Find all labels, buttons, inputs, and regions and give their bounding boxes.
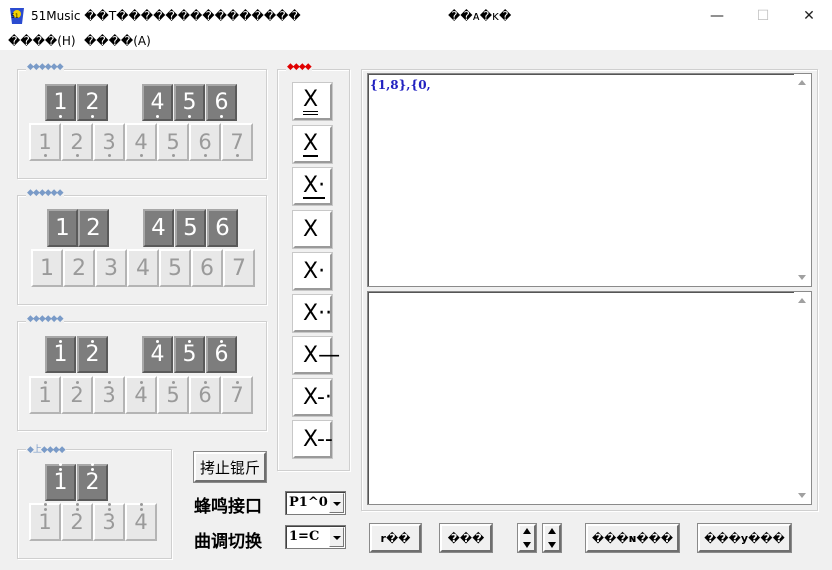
low-note-key[interactable]: 4 <box>125 123 157 161</box>
group-label-top: ◆上◆◆◆◆ <box>26 442 66 455</box>
window-title-extra: ��ᴀ�ᴋ� <box>448 9 512 23</box>
high-note-key[interactable]: 2 <box>61 376 93 414</box>
scroll-up-icon[interactable] <box>798 298 806 303</box>
bottom-button-2[interactable]: ��� <box>439 523 493 553</box>
group-label-duration: ◆◆◆◆ <box>286 62 312 72</box>
svg-text:51: 51 <box>11 13 19 20</box>
key-value: 1=C <box>289 529 320 544</box>
high-note-key[interactable]: 7 <box>221 376 253 414</box>
duration-button-dotted-eighth[interactable]: X· <box>292 167 333 206</box>
spin-button-1[interactable] <box>517 523 537 553</box>
low-sharp-key[interactable]: 4 <box>142 84 173 121</box>
buzzer-port-label: 蜂鸣接口 <box>194 497 262 517</box>
low-note-key[interactable]: 3 <box>93 123 125 161</box>
mid-note-key[interactable]: 3 <box>95 249 127 287</box>
low-note-key[interactable]: 5 <box>157 123 189 161</box>
top-note-key[interactable]: 4 <box>125 503 157 541</box>
menu-bar: ����(H) ����(A) <box>0 32 832 50</box>
buzzer-port-value: P1^0 <box>289 495 328 510</box>
score-input-scrollbar[interactable] <box>794 74 811 286</box>
key-switch-label: 曲调切换 <box>194 532 262 552</box>
buzzer-port-select[interactable]: P1^0 <box>285 491 346 515</box>
top-sharp-key[interactable]: 1 <box>45 464 76 501</box>
bottom-button-3[interactable]: ���ɴ��� <box>585 523 680 553</box>
scroll-down-icon[interactable] <box>798 493 806 498</box>
score-input[interactable]: {1,8},{0, <box>367 73 812 287</box>
top-note-key[interactable]: 2 <box>61 503 93 541</box>
duration-button-dotted-quarter[interactable]: X· <box>292 252 333 291</box>
score-input-text: {1,8},{0, <box>370 78 431 92</box>
mid-note-key[interactable]: 6 <box>191 249 223 287</box>
minimize-button[interactable]: — <box>694 0 740 32</box>
key-select[interactable]: 1=C <box>285 525 346 549</box>
maximize-button[interactable]: ☐ <box>740 0 786 32</box>
duration-button-half[interactable]: X— <box>292 336 340 375</box>
duration-button-whole[interactable]: X-- <box>292 420 333 459</box>
chevron-down-icon[interactable] <box>329 527 344 547</box>
duration-button-dotted-half[interactable]: X-· <box>292 378 333 417</box>
top-note-key[interactable]: 1 <box>29 503 61 541</box>
low-sharp-key[interactable]: 1 <box>45 84 76 121</box>
close-button[interactable]: ✕ <box>786 0 832 32</box>
spin-button-2[interactable] <box>542 523 562 553</box>
high-note-key[interactable]: 6 <box>189 376 221 414</box>
scroll-down-icon[interactable] <box>798 275 806 280</box>
output-textarea[interactable] <box>367 291 812 505</box>
top-sharp-key[interactable]: 2 <box>77 464 108 501</box>
duration-button-eighth[interactable]: X <box>292 125 333 164</box>
mid-sharp-key[interactable]: 4 <box>143 209 174 247</box>
high-sharp-key[interactable]: 2 <box>77 336 108 373</box>
bottom-button-4[interactable]: ���y��� <box>697 523 792 553</box>
high-note-key[interactable]: 3 <box>93 376 125 414</box>
low-sharp-key[interactable]: 2 <box>77 84 108 121</box>
duration-button-sixteenth[interactable]: X <box>292 82 333 121</box>
stop-button[interactable]: 拷止锟斤 <box>193 451 267 483</box>
low-note-key[interactable]: 6 <box>189 123 221 161</box>
bottom-button-1[interactable]: r�� <box>369 523 422 553</box>
group-label-high: ◆◆◆◆◆◆ <box>26 314 64 324</box>
mid-note-key[interactable]: 7 <box>223 249 255 287</box>
low-note-key[interactable]: 7 <box>221 123 253 161</box>
high-sharp-key[interactable]: 4 <box>142 336 173 373</box>
mid-note-key[interactable]: 4 <box>127 249 159 287</box>
group-label-low: ◆◆◆◆◆◆ <box>26 62 64 72</box>
mid-sharp-key[interactable]: 1 <box>47 209 78 247</box>
menu-item-about[interactable]: ����(A) <box>84 34 151 48</box>
app-logo-icon: 51 <box>10 8 24 24</box>
high-sharp-key[interactable]: 5 <box>174 336 205 373</box>
mid-note-key[interactable]: 1 <box>31 249 63 287</box>
mid-note-key[interactable]: 5 <box>159 249 191 287</box>
window-title: 51Music ��T��������������� <box>31 9 301 23</box>
mid-sharp-key[interactable]: 5 <box>175 209 206 247</box>
low-sharp-key[interactable]: 5 <box>174 84 205 121</box>
mid-sharp-key[interactable]: 6 <box>207 209 238 247</box>
group-label-mid: ◆◆◆◆◆◆ <box>26 188 64 198</box>
chevron-down-icon[interactable] <box>329 493 344 513</box>
title-bar: 51 51Music ��T��������������� ��ᴀ�ᴋ� — ☐… <box>0 0 832 32</box>
high-sharp-key[interactable]: 6 <box>206 336 237 373</box>
duration-button-quarter[interactable]: X <box>292 210 333 249</box>
high-note-key[interactable]: 4 <box>125 376 157 414</box>
low-note-key[interactable]: 2 <box>61 123 93 161</box>
high-note-key[interactable]: 5 <box>157 376 189 414</box>
output-scrollbar[interactable] <box>794 292 811 504</box>
high-note-key[interactable]: 1 <box>29 376 61 414</box>
low-sharp-key[interactable]: 6 <box>206 84 237 121</box>
high-sharp-key[interactable]: 1 <box>45 336 76 373</box>
scroll-up-icon[interactable] <box>798 80 806 85</box>
mid-note-key[interactable]: 2 <box>63 249 95 287</box>
menu-item-help[interactable]: ����(H) <box>8 34 76 48</box>
low-note-key[interactable]: 1 <box>29 123 61 161</box>
mid-sharp-key[interactable]: 2 <box>78 209 109 247</box>
top-note-key[interactable]: 3 <box>93 503 125 541</box>
duration-button-double-dotted[interactable]: X·· <box>292 294 333 333</box>
